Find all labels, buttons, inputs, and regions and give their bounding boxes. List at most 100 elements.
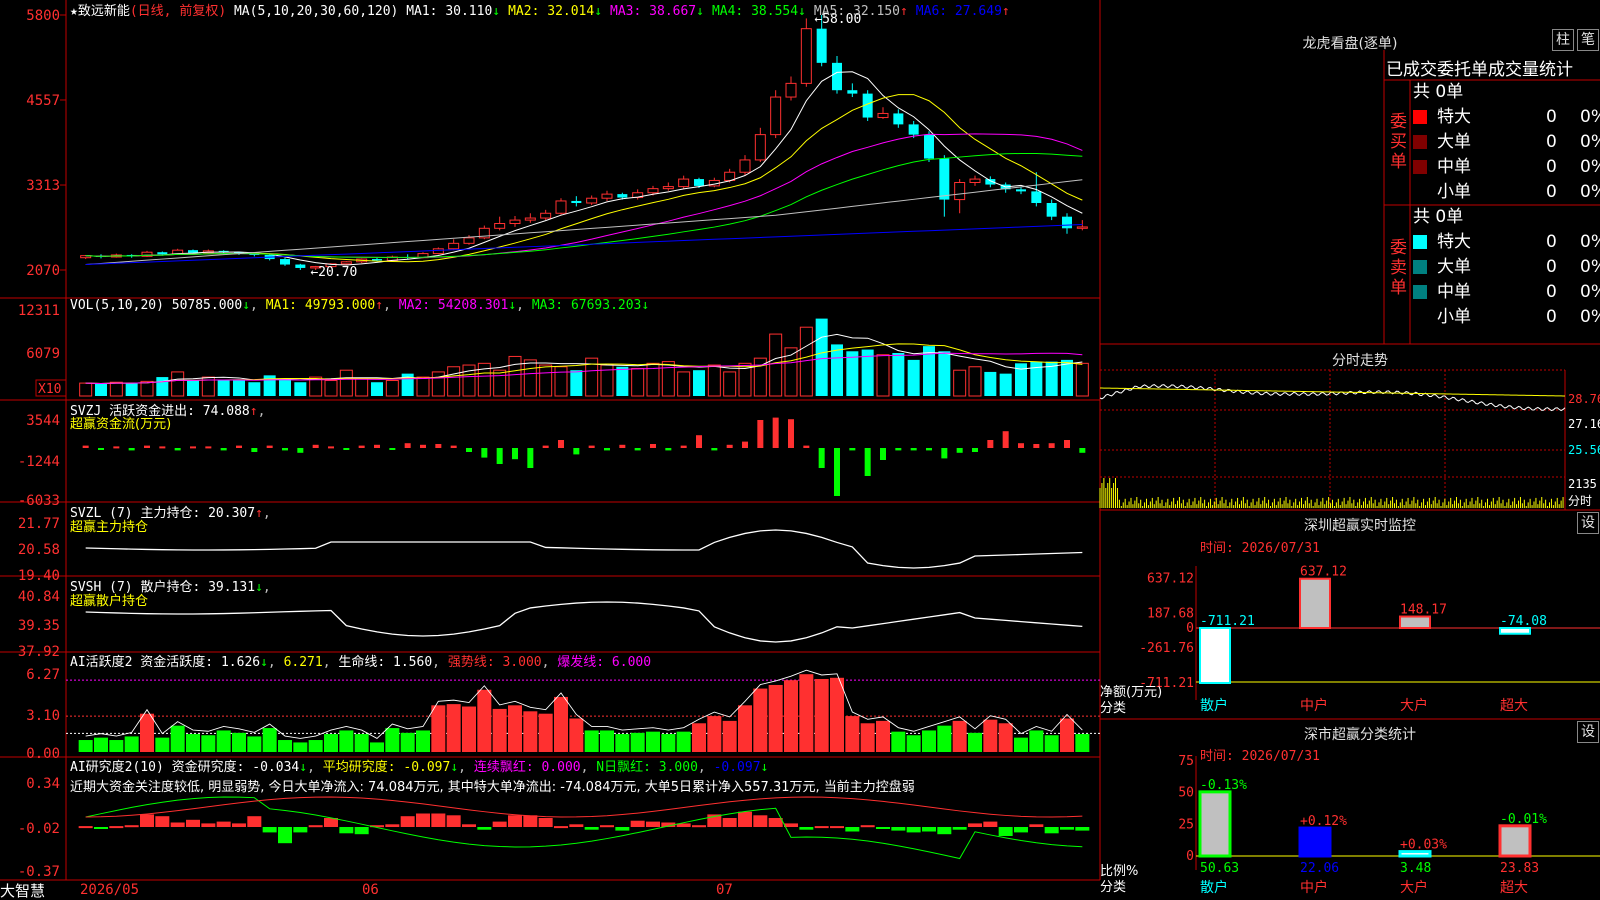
ai1-bar	[140, 713, 154, 752]
svzj-bar	[420, 444, 426, 448]
svzj-bar	[1064, 440, 1070, 448]
candle-body	[1016, 189, 1026, 192]
color-swatch	[1413, 160, 1427, 174]
ai1-bar	[922, 730, 936, 752]
color-swatch	[1413, 135, 1427, 149]
candle-body	[372, 259, 382, 261]
class-axis-label: 25	[1178, 817, 1194, 832]
buy-row-count: 0	[1546, 107, 1557, 127]
ai2-bar	[768, 818, 783, 827]
ai2-bar	[615, 827, 630, 831]
class-bar-value: 22.06	[1300, 861, 1339, 876]
ai1-bar	[339, 730, 354, 752]
vol-label: VOL(5,10,20)	[70, 298, 164, 313]
vol-bar	[156, 377, 169, 396]
ai1-bar	[431, 705, 446, 752]
svsh-axis-label: 39.35	[18, 618, 60, 634]
svzj-bar	[343, 448, 350, 450]
svzl-line	[85, 529, 1083, 569]
svzj-bar	[588, 445, 595, 448]
svzj-axis-label: -6033	[18, 493, 60, 509]
ai2-bar	[155, 816, 170, 827]
ai2-bar	[124, 825, 139, 828]
vol-bar	[171, 371, 185, 397]
ai1-label: AI活跃度2 资金活跃度: 1.626	[70, 655, 261, 670]
monitor-settings-button[interactable]: 设	[1577, 512, 1599, 534]
svzj-bar	[696, 435, 702, 448]
ai2-bar	[876, 827, 890, 829]
tick-mode-button[interactable]: 笔	[1577, 29, 1599, 51]
svzj-bar	[956, 448, 963, 453]
ai1-bar	[278, 740, 292, 752]
ai2-bar	[339, 827, 354, 834]
ai2-bar	[860, 825, 875, 828]
svzj-bar	[711, 448, 718, 451]
class-bar-change: +0.03%	[1400, 838, 1447, 853]
candle-body	[280, 259, 290, 265]
color-swatch	[1413, 310, 1427, 324]
ai1-bar	[554, 696, 568, 752]
candle-body	[832, 62, 842, 91]
ma-values: MA1: 30.110↓ MA2: 32.014↓ MA3: 38.667↓ MA4:…	[406, 4, 1018, 19]
bar-mode-button[interactable]: 柱	[1552, 29, 1574, 51]
buy-row-label: 特大	[1437, 107, 1471, 127]
ai2-comment: 近期大资金关注度较低, 明显弱势, 今日大单净流入: 74.084万元, 其中特…	[70, 780, 915, 795]
ai1-bar	[676, 731, 691, 752]
candle-body	[678, 178, 690, 188]
vol-bar	[140, 380, 154, 397]
svzj-bar	[113, 446, 120, 449]
ai1-bar	[784, 680, 798, 752]
ai2-bar	[94, 827, 108, 829]
ai2-axis-label: -0.37	[18, 864, 60, 880]
ai1-bar	[845, 716, 860, 752]
monitor-bar-label: 148.17	[1400, 603, 1447, 618]
class-bar-change: -0.13%	[1200, 778, 1247, 793]
ai1-bar	[538, 713, 553, 752]
color-swatch	[1413, 235, 1427, 249]
ai2-bar	[738, 811, 752, 827]
svzj-bar	[328, 446, 334, 449]
vol-bar	[846, 351, 859, 396]
vol-bar	[815, 318, 828, 396]
logo: 大智慧	[0, 882, 46, 900]
ai2-bar	[462, 824, 476, 827]
ai1-bar	[569, 718, 584, 752]
svzj-bar	[205, 446, 212, 449]
svzj-bar	[174, 448, 181, 451]
buy-row-count: 0	[1546, 132, 1557, 152]
vol-bar	[677, 371, 691, 397]
vol-axis-label: 6079	[26, 346, 60, 362]
vol-bar	[1061, 359, 1073, 396]
ai1-v2: 6.271	[283, 655, 323, 670]
ai2-bar	[262, 827, 277, 833]
ai1-bar	[416, 730, 430, 752]
class-settings-button[interactable]: 设	[1577, 721, 1599, 743]
svzj-bar	[604, 448, 610, 451]
svzj-bar	[236, 445, 242, 448]
vol-bar	[95, 383, 107, 396]
ai2-bar	[508, 815, 522, 827]
sell-row-count: 0	[1546, 232, 1557, 252]
ai2-bar	[968, 823, 982, 827]
buy-total: 共 0单	[1413, 82, 1464, 102]
candle-body	[448, 242, 460, 250]
svzj-bar	[650, 444, 656, 448]
ai1-bar	[830, 677, 844, 752]
vol-bar	[968, 366, 982, 397]
class-cat-label: 散户	[1200, 879, 1228, 896]
ai2-bar	[937, 827, 952, 835]
ai2-axis-label: -0.02	[18, 821, 60, 837]
ma-value-3: MA3: 38.667↓	[610, 4, 704, 19]
buy-row: 大单	[1413, 130, 1471, 154]
candle-body	[908, 124, 919, 135]
stat-tabs[interactable]: 已成交委托单成交量统计	[1386, 55, 1573, 80]
ai2-bar	[722, 818, 737, 827]
svzj-bar	[389, 448, 396, 450]
ma-value-6: MA6: 27.649↑	[915, 4, 1010, 19]
class-side-1: 分类	[1100, 880, 1127, 895]
svzj-bar	[450, 445, 457, 448]
vol-bar	[294, 382, 307, 396]
ai1-axis-label: 0.00	[26, 746, 60, 762]
fenshi-axis-2: 25.56	[1568, 443, 1600, 457]
ai1-bar	[293, 742, 308, 752]
